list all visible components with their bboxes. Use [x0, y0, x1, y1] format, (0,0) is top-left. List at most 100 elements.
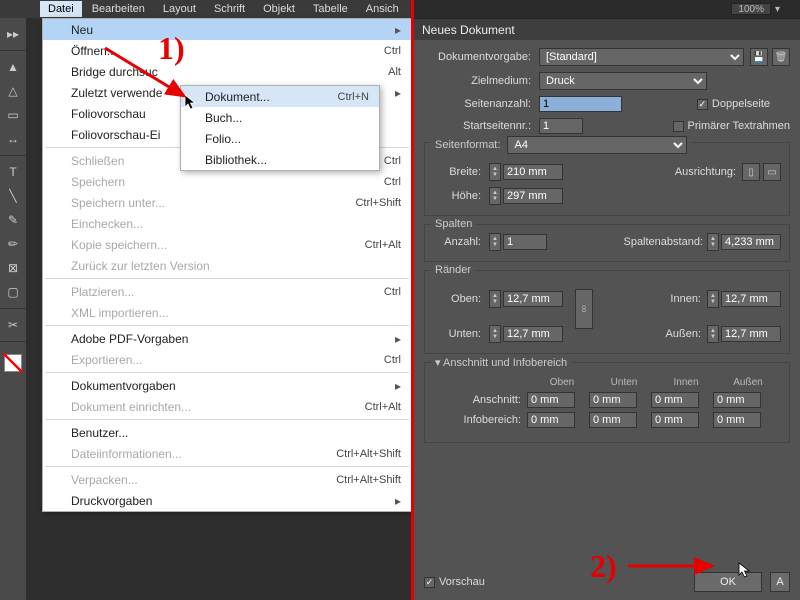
- panel-separator: ▾: [775, 4, 780, 15]
- spinner-icon[interactable]: ▲▼: [489, 325, 501, 343]
- preview-checkbox[interactable]: ✓Vorschau: [424, 576, 485, 588]
- menu-item[interactable]: Dokumentvorgaben: [43, 375, 411, 396]
- menu-item[interactable]: Bridge durchsucAlt: [43, 61, 411, 82]
- menu-objekt[interactable]: Objekt: [255, 1, 303, 17]
- bleed-top-input[interactable]: [527, 392, 575, 408]
- margin-top-input[interactable]: [503, 291, 563, 307]
- facing-pages-checkbox[interactable]: ✓Doppelseite: [697, 98, 770, 110]
- slug-label: Infobereich:: [433, 414, 527, 426]
- gutter-label: Spaltenabstand:: [623, 236, 703, 248]
- new-document-dialog: Neues Dokument Dokumentvorgabe: [Standar…: [414, 18, 800, 600]
- submenu-item[interactable]: Bibliothek...: [181, 149, 379, 170]
- selection-tool-icon[interactable]: ▲: [3, 57, 23, 77]
- height-label: Höhe:: [433, 190, 489, 202]
- bleed-inner-input[interactable]: [651, 392, 699, 408]
- intent-label: Zielmedium:: [424, 75, 539, 87]
- startpage-input[interactable]: [539, 118, 583, 134]
- save-preset-icon[interactable]: 💾: [750, 48, 768, 66]
- menu-item: XML importieren...: [43, 302, 411, 323]
- page-tool-icon[interactable]: ▭: [3, 105, 23, 125]
- gutter-input[interactable]: [721, 234, 781, 250]
- type-tool-icon[interactable]: T: [3, 162, 23, 182]
- annotation-2: 2): [590, 548, 617, 585]
- margin-inner-input[interactable]: [721, 291, 781, 307]
- slug-inner-input[interactable]: [651, 412, 699, 428]
- menu-item[interactable]: Öffnen...Ctrl: [43, 40, 411, 61]
- orientation-landscape-icon[interactable]: ▭: [763, 163, 781, 181]
- startpage-label: Startseitennr.:: [424, 120, 539, 132]
- menu-tabelle[interactable]: Tabelle: [305, 1, 356, 17]
- slug-top-input[interactable]: [527, 412, 575, 428]
- menu-item: Platzieren...Ctrl: [43, 281, 411, 302]
- document-preset-label: Dokumentvorgabe:: [424, 51, 539, 63]
- bleed-bottom-input[interactable]: [589, 392, 637, 408]
- menu-item: Exportieren...Ctrl: [43, 349, 411, 370]
- zoom-value[interactable]: 100%: [731, 3, 771, 15]
- bleed-header-row: ObenUntenInnenAußen: [433, 377, 781, 388]
- submenu-item[interactable]: Buch...: [181, 107, 379, 128]
- menu-item[interactable]: Benutzer...: [43, 422, 411, 443]
- width-input[interactable]: [503, 164, 563, 180]
- orientation-label: Ausrichtung:: [675, 166, 736, 178]
- line-tool-icon[interactable]: ╲: [3, 186, 23, 206]
- pageformat-select[interactable]: A4: [507, 136, 687, 154]
- dialog-title: Neues Dokument: [414, 18, 800, 40]
- margins-group-title: Ränder: [431, 264, 475, 276]
- spinner-icon[interactable]: ▲▼: [489, 187, 501, 205]
- column-count-input[interactable]: [503, 234, 547, 250]
- pen-tool-icon[interactable]: ✎: [3, 210, 23, 230]
- delete-preset-icon[interactable]: 🗑: [772, 48, 790, 66]
- menu-datei[interactable]: Datei: [40, 1, 82, 17]
- spinner-icon[interactable]: ▲▼: [489, 290, 501, 308]
- menu-item: Zurück zur letzten Version: [43, 255, 411, 276]
- pages-input[interactable]: [539, 96, 622, 112]
- menu-item[interactable]: Druckvorgaben: [43, 490, 411, 511]
- orientation-portrait-icon[interactable]: ▯: [742, 163, 760, 181]
- slug-bottom-input[interactable]: [589, 412, 637, 428]
- rectangle-frame-tool-icon[interactable]: ⊠: [3, 258, 23, 278]
- document-preset-select[interactable]: [Standard]: [539, 48, 744, 66]
- menu-schrift[interactable]: Schrift: [206, 1, 253, 17]
- bleed-outer-input[interactable]: [713, 392, 761, 408]
- gap-tool-icon[interactable]: ↔: [3, 129, 23, 149]
- margin-inner-label: Innen:: [663, 293, 707, 305]
- direct-selection-tool-icon[interactable]: △: [3, 81, 23, 101]
- slug-outer-input[interactable]: [713, 412, 761, 428]
- margin-bottom-input[interactable]: [503, 326, 563, 342]
- scissors-tool-icon[interactable]: ✂: [3, 315, 23, 335]
- submenu-item[interactable]: Dokument...Ctrl+N: [181, 86, 379, 107]
- margin-outer-label: Außen:: [663, 328, 707, 340]
- margin-top-label: Oben:: [433, 293, 489, 305]
- primary-textframe-checkbox[interactable]: Primärer Textrahmen: [673, 120, 791, 132]
- submenu-item[interactable]: Folio...: [181, 128, 379, 149]
- menu-item[interactable]: Neu: [43, 19, 411, 40]
- spinner-icon[interactable]: ▲▼: [489, 163, 501, 181]
- menu-layout[interactable]: Layout: [155, 1, 204, 17]
- menu-bearbeiten[interactable]: Bearbeiten: [84, 1, 153, 17]
- file-new-submenu[interactable]: Dokument...Ctrl+NBuch...Folio...Biblioth…: [180, 85, 380, 171]
- more-button[interactable]: A: [770, 572, 790, 592]
- spinner-icon[interactable]: ▲▼: [707, 325, 719, 343]
- rectangle-tool-icon[interactable]: ▢: [3, 282, 23, 302]
- margin-outer-input[interactable]: [721, 326, 781, 342]
- menu-item: Speichern unter...Ctrl+Shift: [43, 192, 411, 213]
- collapse-icon[interactable]: ▸▸: [3, 24, 23, 44]
- spinner-icon[interactable]: ▲▼: [707, 233, 719, 251]
- annotation-1: 1): [158, 30, 185, 67]
- bleed-label: Anschnitt:: [433, 394, 527, 406]
- pages-label: Seitenanzahl:: [424, 98, 539, 110]
- spinner-icon[interactable]: ▲▼: [707, 290, 719, 308]
- spinner-icon[interactable]: ▲▼: [489, 233, 501, 251]
- link-margins-icon[interactable]: 𝟾: [575, 289, 593, 329]
- height-input[interactable]: [503, 188, 563, 204]
- pencil-tool-icon[interactable]: ✏: [3, 234, 23, 254]
- menu-ansich[interactable]: Ansich: [358, 1, 407, 17]
- columns-group-title: Spalten: [431, 218, 476, 230]
- ok-button[interactable]: OK: [694, 572, 762, 592]
- column-count-label: Anzahl:: [433, 236, 489, 248]
- intent-select[interactable]: Druck: [539, 72, 707, 90]
- fill-stroke-swatch[interactable]: [4, 354, 22, 372]
- menu-item: Einchecken...: [43, 213, 411, 234]
- menu-item[interactable]: Adobe PDF-Vorgaben: [43, 328, 411, 349]
- menu-item: Dokument einrichten...Ctrl+Alt: [43, 396, 411, 417]
